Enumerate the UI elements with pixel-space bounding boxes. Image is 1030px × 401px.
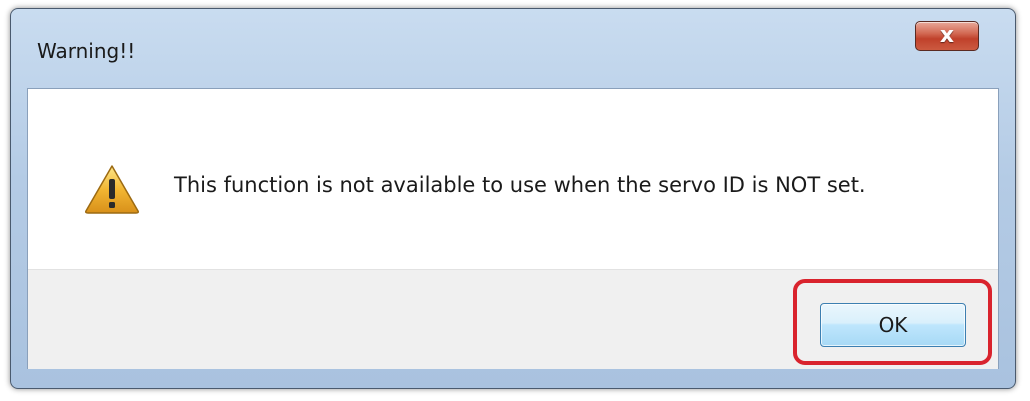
- close-icon: x: [939, 23, 955, 48]
- warning-icon: [85, 165, 139, 214]
- dialog-content: This function is not available to use wh…: [27, 88, 999, 369]
- message-text: This function is not available to use wh…: [174, 173, 866, 197]
- message-area: This function is not available to use wh…: [28, 89, 998, 269]
- warning-dialog: Warning!! x This function is not availab…: [10, 8, 1016, 389]
- close-button[interactable]: x: [915, 21, 979, 51]
- button-bar: OK: [28, 269, 998, 369]
- title-bar[interactable]: Warning!! x: [11, 9, 1015, 87]
- dialog-title: Warning!!: [37, 39, 136, 63]
- ok-button[interactable]: OK: [820, 303, 966, 347]
